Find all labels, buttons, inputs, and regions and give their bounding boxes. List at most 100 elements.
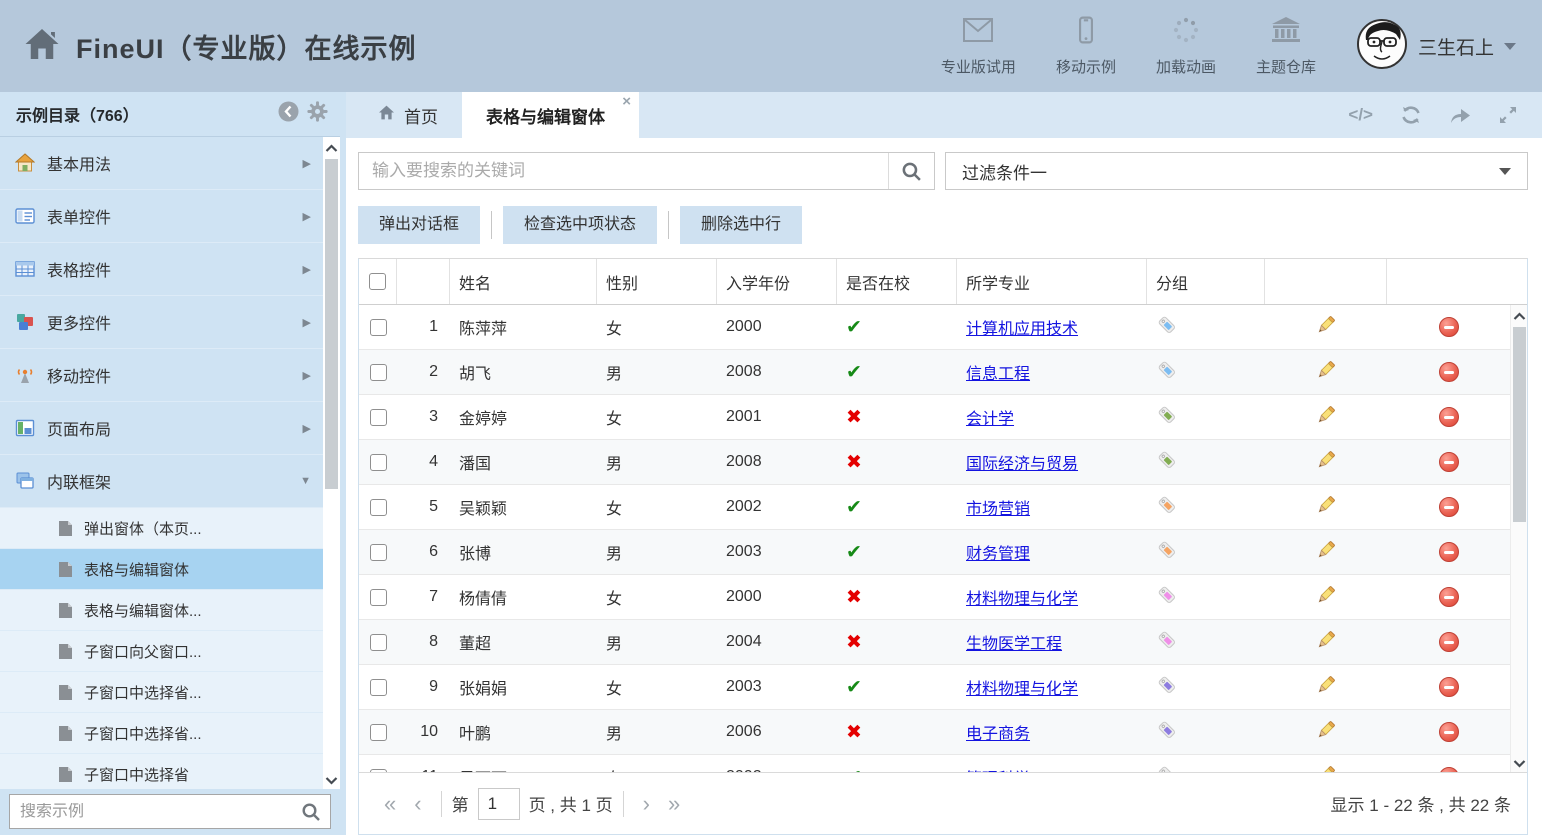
delete-row-icon[interactable] <box>1439 407 1459 427</box>
delete-row-icon[interactable] <box>1439 497 1459 517</box>
sidebar-subitem-select-province-1[interactable]: 子窗口中选择省... <box>0 672 323 713</box>
prev-page-icon[interactable]: ‹ <box>414 791 421 817</box>
sidebar-item-mobile-controls[interactable]: 移动控件 ▶ <box>0 349 323 402</box>
major-link[interactable]: 市场营销 <box>966 495 1030 519</box>
delete-row-icon[interactable] <box>1439 587 1459 607</box>
scroll-up-icon[interactable] <box>1513 305 1526 325</box>
tag-icon[interactable] <box>1156 539 1178 566</box>
tag-icon[interactable] <box>1156 674 1178 701</box>
sidebar-item-page-layout[interactable]: 页面布局 ▶ <box>0 402 323 455</box>
edit-pencil-icon[interactable] <box>1315 314 1337 341</box>
delete-row-icon[interactable] <box>1439 362 1459 382</box>
tag-icon[interactable] <box>1156 494 1178 521</box>
next-page-icon[interactable]: › <box>643 791 650 817</box>
tag-icon[interactable] <box>1156 359 1178 386</box>
edit-pencil-icon[interactable] <box>1315 539 1337 566</box>
sidebar-item-form-controls[interactable]: 表单控件 ▶ <box>0 190 323 243</box>
delete-selected-button[interactable]: 删除选中行 <box>680 206 802 244</box>
major-link[interactable]: 管理科学 <box>966 765 1030 772</box>
major-link[interactable]: 电子商务 <box>966 720 1030 744</box>
major-link[interactable]: 会计学 <box>966 405 1014 429</box>
edit-pencil-icon[interactable] <box>1315 764 1337 773</box>
tab-grid-edit-window[interactable]: 表格与编辑窗体 × <box>462 92 639 138</box>
tag-icon[interactable] <box>1156 719 1178 746</box>
select-all-checkbox[interactable] <box>369 273 386 290</box>
first-page-icon[interactable]: « <box>384 791 396 817</box>
row-checkbox[interactable] <box>370 454 387 471</box>
sidebar-subitem-grid-edit-window[interactable]: 表格与编辑窗体 <box>0 549 323 590</box>
filter-dropdown[interactable]: 过滤条件一 <box>945 152 1528 190</box>
open-dialog-button[interactable]: 弹出对话框 <box>358 206 480 244</box>
edit-pencil-icon[interactable] <box>1315 674 1337 701</box>
search-icon[interactable] <box>301 802 321 822</box>
nav-pro-trial[interactable]: 专业版试用 <box>941 16 1016 77</box>
edit-pencil-icon[interactable] <box>1315 494 1337 521</box>
col-gender[interactable]: 性别 <box>597 259 717 304</box>
gear-icon[interactable] <box>307 101 328 127</box>
row-checkbox[interactable] <box>370 499 387 516</box>
delete-row-icon[interactable] <box>1439 542 1459 562</box>
collapse-sidebar-icon[interactable] <box>278 101 299 127</box>
tag-icon[interactable] <box>1156 764 1178 773</box>
sidebar-subitem-select-province-3[interactable]: 子窗口中选择省 <box>0 754 323 789</box>
col-group[interactable]: 分组 <box>1147 259 1265 304</box>
sidebar-subitem-popup-window[interactable]: 弹出窗体（本页... <box>0 508 323 549</box>
edit-pencil-icon[interactable] <box>1315 719 1337 746</box>
edit-pencil-icon[interactable] <box>1315 404 1337 431</box>
col-major[interactable]: 所学专业 <box>957 259 1147 304</box>
major-link[interactable]: 材料物理与化学 <box>966 675 1078 699</box>
delete-row-icon[interactable] <box>1439 452 1459 472</box>
sidebar-search-input[interactable] <box>10 803 301 821</box>
scroll-up-icon[interactable] <box>325 137 338 157</box>
nav-theme-store[interactable]: 主题仓库 <box>1256 16 1316 77</box>
sidebar-subitem-grid-edit-window-2[interactable]: 表格与编辑窗体... <box>0 590 323 631</box>
edit-pencil-icon[interactable] <box>1315 584 1337 611</box>
page-number-input[interactable] <box>478 788 520 820</box>
keyword-search-input[interactable] <box>359 153 888 189</box>
edit-pencil-icon[interactable] <box>1315 449 1337 476</box>
sidebar-subitem-select-province-2[interactable]: 子窗口中选择省... <box>0 713 323 754</box>
major-link[interactable]: 信息工程 <box>966 360 1030 384</box>
sidebar-item-more-controls[interactable]: 更多控件 ▶ <box>0 296 323 349</box>
major-link[interactable]: 财务管理 <box>966 540 1030 564</box>
scrollbar-thumb[interactable] <box>325 159 338 489</box>
row-checkbox[interactable] <box>370 319 387 336</box>
delete-row-icon[interactable] <box>1439 677 1459 697</box>
view-source-icon[interactable]: </> <box>1348 105 1373 125</box>
row-checkbox[interactable] <box>370 679 387 696</box>
last-page-icon[interactable]: » <box>668 791 680 817</box>
search-icon[interactable] <box>888 153 934 189</box>
sidebar-item-iframe[interactable]: 内联框架 ▼ <box>0 455 323 508</box>
tag-icon[interactable] <box>1156 449 1178 476</box>
edit-pencil-icon[interactable] <box>1315 359 1337 386</box>
major-link[interactable]: 材料物理与化学 <box>966 585 1078 609</box>
nav-loading-anim[interactable]: 加载动画 <box>1156 16 1216 77</box>
tab-home[interactable]: 首页 <box>354 92 462 138</box>
delete-row-icon[interactable] <box>1439 767 1459 772</box>
nav-mobile-demo[interactable]: 移动示例 <box>1056 16 1116 77</box>
delete-row-icon[interactable] <box>1439 317 1459 337</box>
row-checkbox[interactable] <box>370 589 387 606</box>
col-atschool[interactable]: 是否在校 <box>837 259 957 304</box>
row-checkbox[interactable] <box>370 634 387 651</box>
tag-icon[interactable] <box>1156 314 1178 341</box>
row-checkbox[interactable] <box>370 724 387 741</box>
close-icon[interactable]: × <box>622 94 631 109</box>
row-checkbox[interactable] <box>370 409 387 426</box>
row-checkbox[interactable] <box>370 544 387 561</box>
tag-icon[interactable] <box>1156 629 1178 656</box>
refresh-icon[interactable] <box>1400 105 1422 125</box>
col-name[interactable]: 姓名 <box>450 259 597 304</box>
tag-icon[interactable] <box>1156 584 1178 611</box>
sidebar-item-basic-usage[interactable]: 基本用法 ▶ <box>0 137 323 190</box>
scrollbar-thumb[interactable] <box>1513 327 1526 522</box>
scroll-down-icon[interactable] <box>325 769 338 789</box>
share-icon[interactable] <box>1449 106 1471 124</box>
sidebar-subitem-child-to-parent[interactable]: 子窗口向父窗口... <box>0 631 323 672</box>
row-checkbox[interactable] <box>370 364 387 381</box>
edit-pencil-icon[interactable] <box>1315 629 1337 656</box>
tag-icon[interactable] <box>1156 404 1178 431</box>
major-link[interactable]: 生物医学工程 <box>966 630 1062 654</box>
expand-icon[interactable] <box>1498 105 1518 125</box>
major-link[interactable]: 计算机应用技术 <box>966 315 1078 339</box>
